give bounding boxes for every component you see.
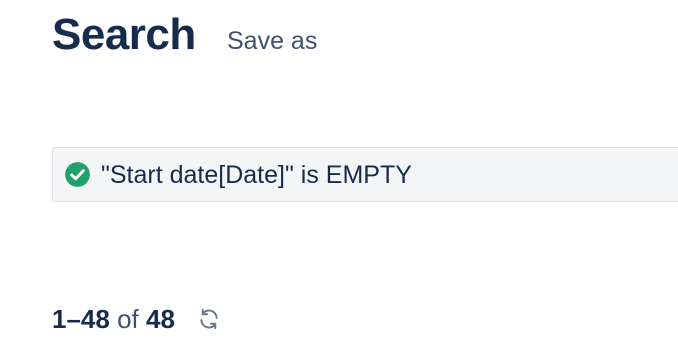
- results-total: 48: [146, 304, 175, 334]
- results-range: 1–48: [52, 304, 110, 334]
- save-as-button[interactable]: Save as: [227, 26, 317, 56]
- search-page: Search Save as "Start date[Date]" is EMP…: [0, 0, 678, 354]
- query-text: "Start date[Date]" is EMPTY: [101, 161, 412, 189]
- refresh-icon[interactable]: [196, 306, 222, 332]
- query-field[interactable]: "Start date[Date]" is EMPTY: [52, 147, 678, 202]
- page-title: Search: [52, 10, 196, 59]
- results-count: 1–48 of 48: [52, 303, 175, 335]
- check-circle-icon: [65, 162, 90, 187]
- results-of-label: of: [117, 304, 139, 334]
